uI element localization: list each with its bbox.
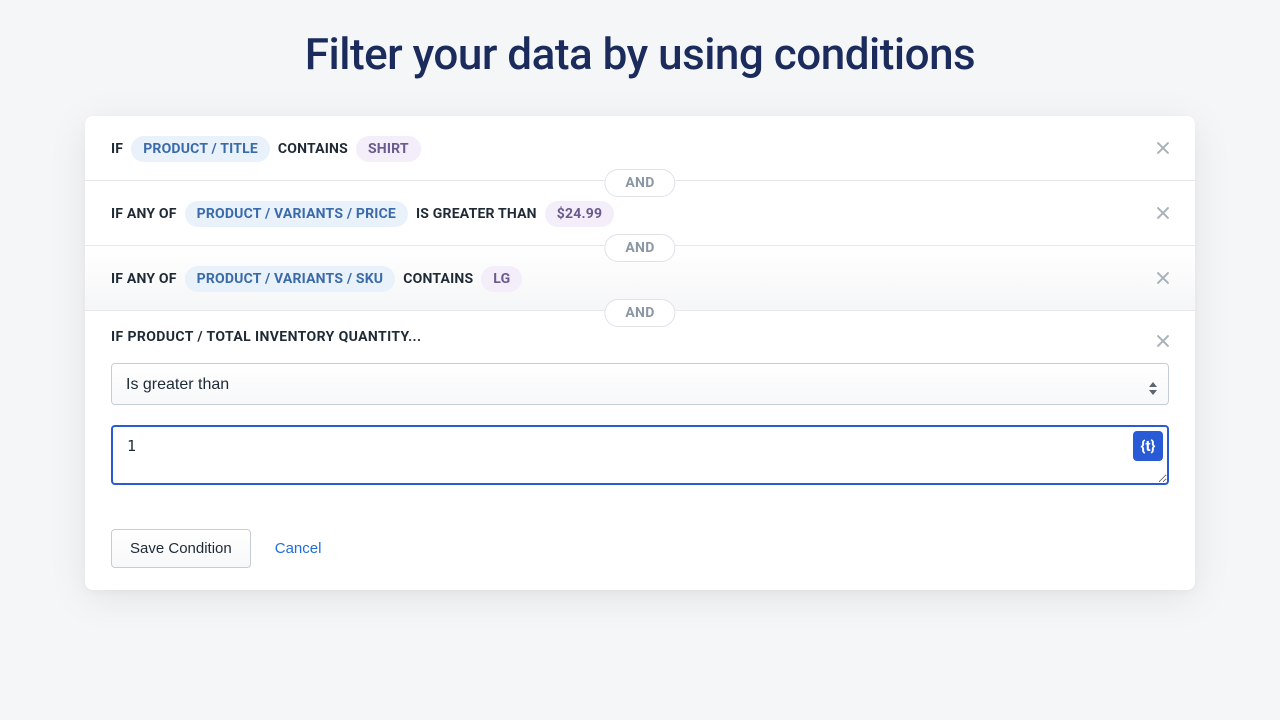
value-input[interactable] <box>111 425 1169 485</box>
and-connector: AND <box>604 299 675 327</box>
editing-condition: IF PRODUCT / TOTAL INVENTORY QUANTITY...… <box>85 311 1195 511</box>
condition-prefix: IF ANY OF <box>111 206 177 222</box>
editing-title: IF PRODUCT / TOTAL INVENTORY QUANTITY... <box>111 329 1169 345</box>
condition-field-tag: PRODUCT / VARIANTS / SKU <box>185 266 396 292</box>
condition-field-tag: PRODUCT / VARIANTS / PRICE <box>185 201 408 227</box>
value-input-wrap: {t} <box>111 425 1169 489</box>
condition-row: IF PRODUCT / TITLE CONTAINS SHIRT AND <box>85 116 1195 181</box>
condition-prefix: IF <box>111 141 123 157</box>
conditions-card: IF PRODUCT / TITLE CONTAINS SHIRT AND IF… <box>85 116 1195 590</box>
condition-field-tag: PRODUCT / TITLE <box>131 136 270 162</box>
footer: Save Condition Cancel <box>85 511 1195 590</box>
save-condition-button[interactable]: Save Condition <box>111 529 251 568</box>
condition-value-tag: LG <box>481 266 522 292</box>
close-icon[interactable] <box>1153 268 1173 288</box>
close-icon[interactable] <box>1153 203 1173 223</box>
operator-select[interactable]: Is greater than <box>111 363 1169 405</box>
condition-value-tag: SHIRT <box>356 136 421 162</box>
cancel-button[interactable]: Cancel <box>275 540 322 557</box>
and-connector: AND <box>604 234 675 262</box>
condition-operator: CONTAINS <box>278 141 348 157</box>
operator-select-wrap: Is greater than <box>111 363 1169 405</box>
condition-operator: IS GREATER THAN <box>416 206 537 222</box>
condition-operator: CONTAINS <box>403 271 473 287</box>
close-icon[interactable] <box>1153 138 1173 158</box>
token-insert-button[interactable]: {t} <box>1133 431 1163 461</box>
close-icon[interactable] <box>1153 331 1173 351</box>
and-connector: AND <box>604 169 675 197</box>
condition-prefix: IF ANY OF <box>111 271 177 287</box>
condition-value-tag: $24.99 <box>545 201 614 227</box>
page-title: Filter your data by using conditions <box>0 0 1280 116</box>
